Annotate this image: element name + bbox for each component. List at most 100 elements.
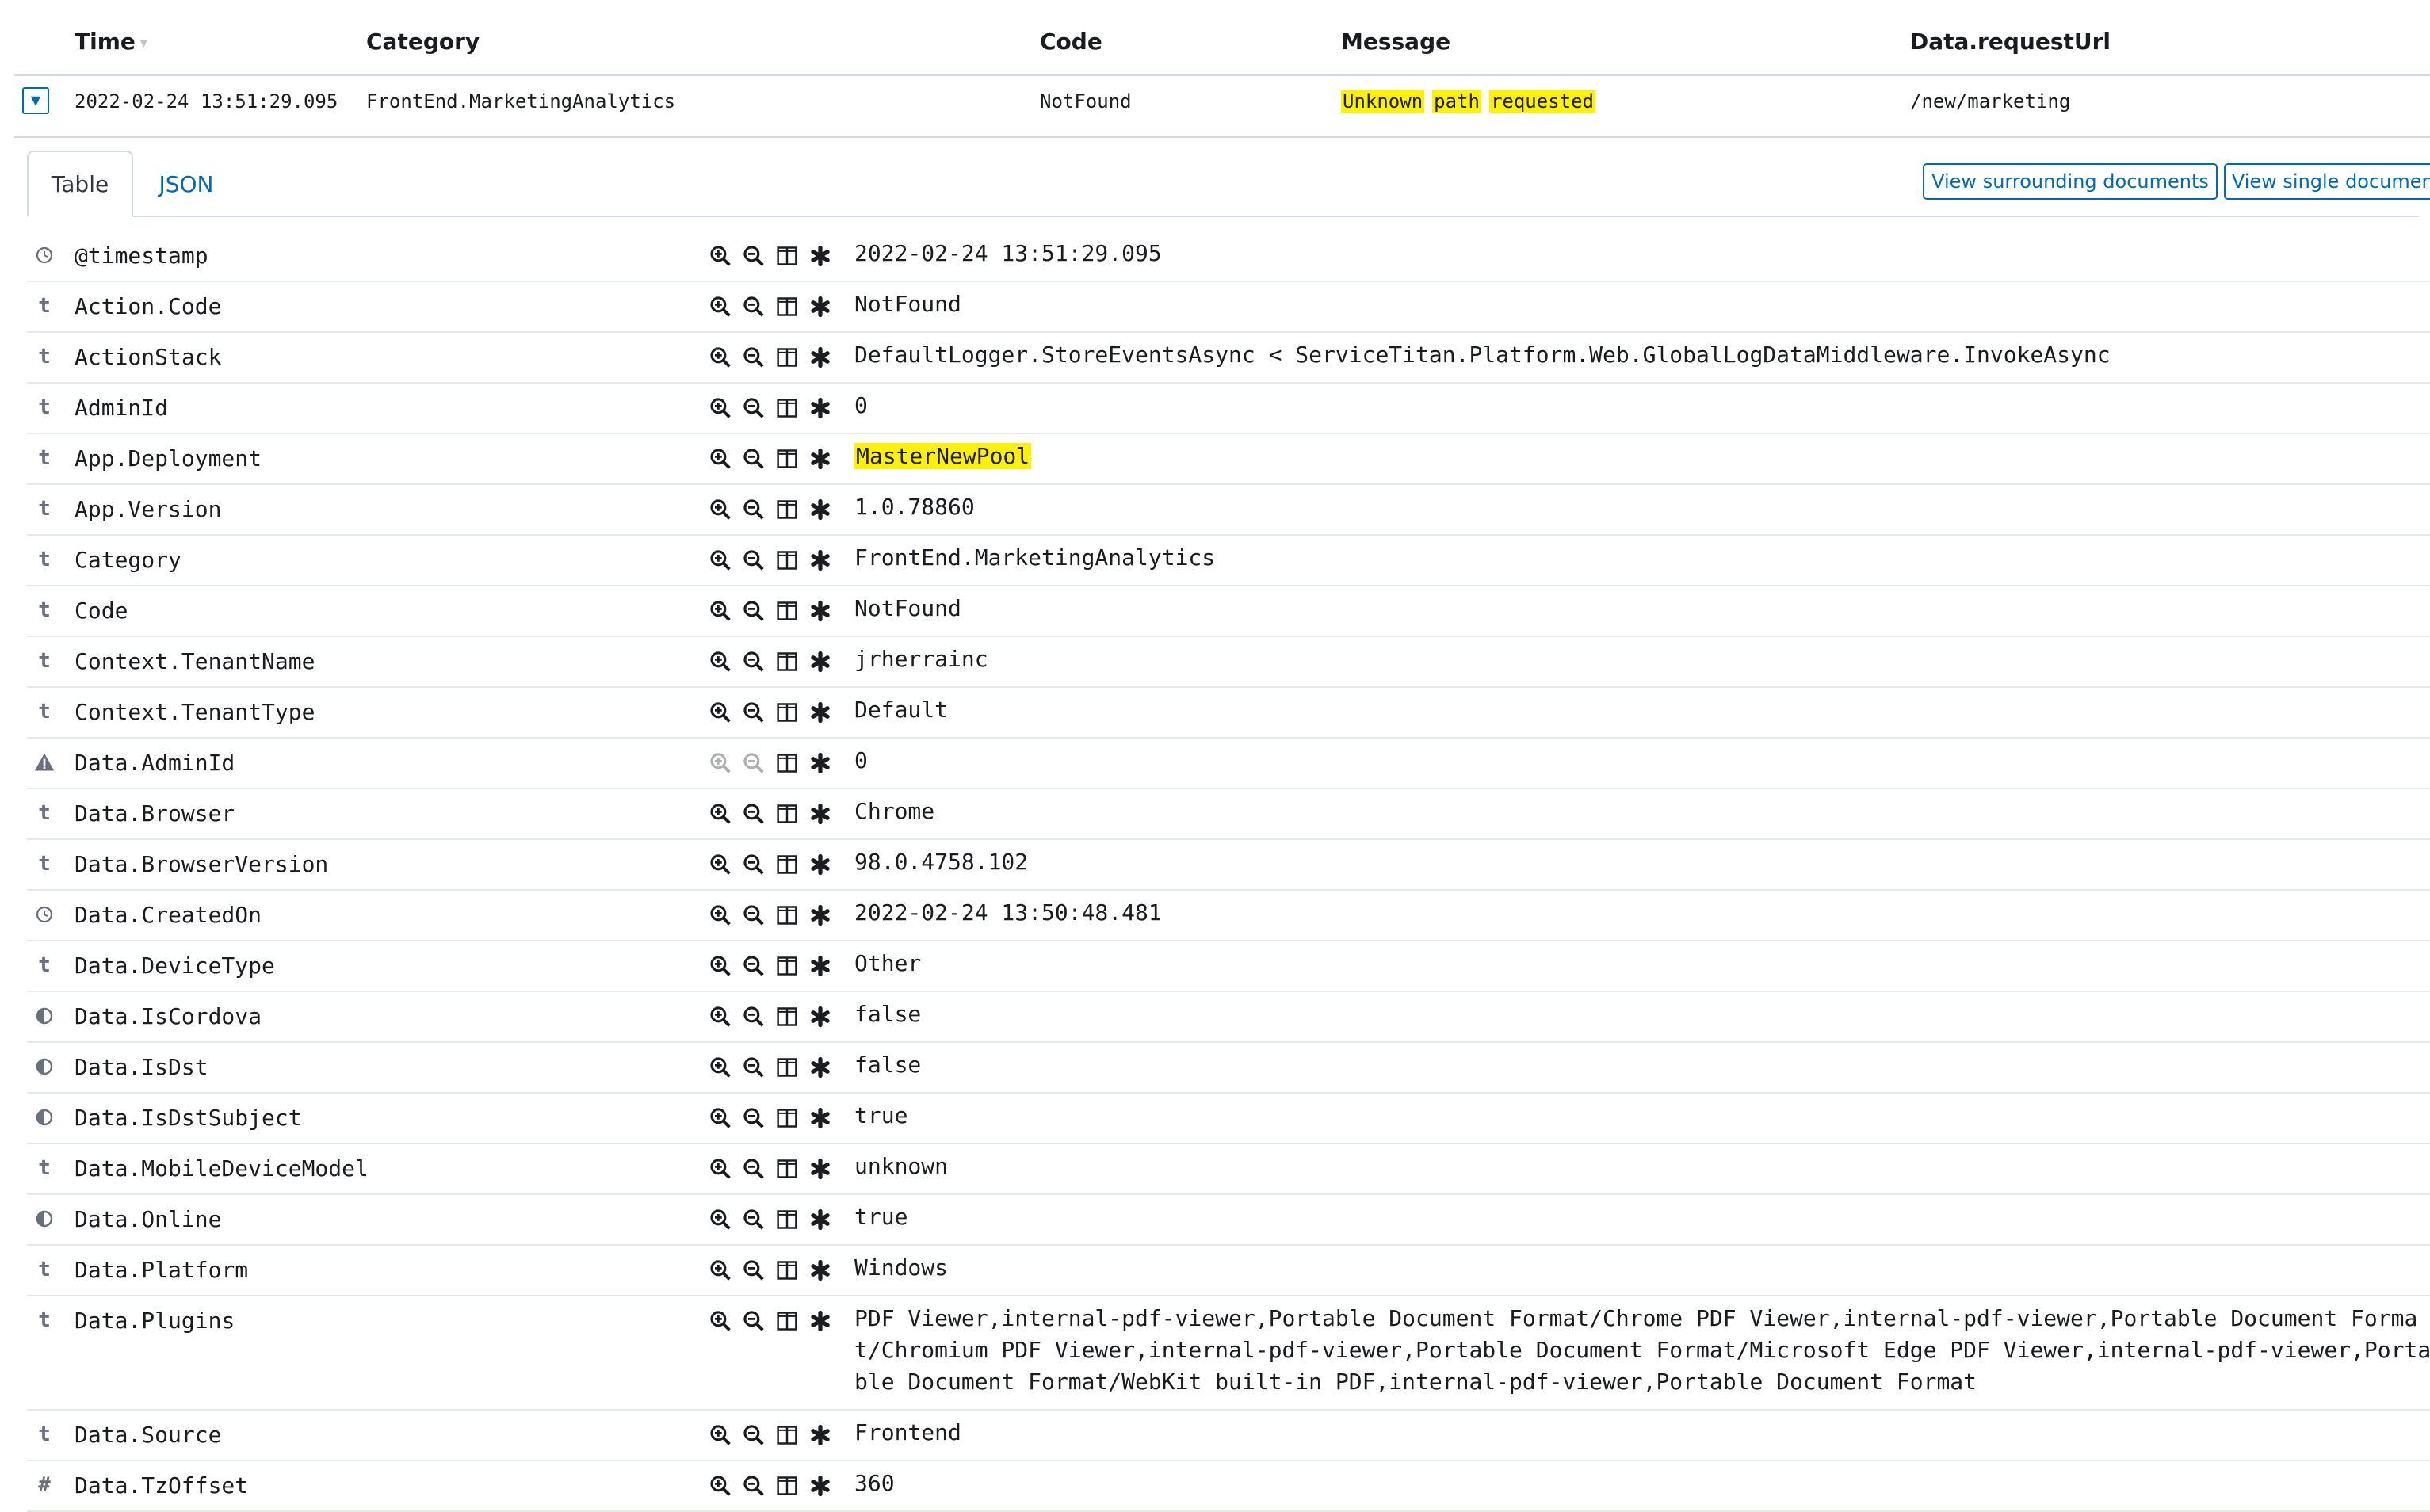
toggle-column-icon[interactable] [775, 1106, 799, 1130]
toggle-column-icon[interactable] [775, 1157, 799, 1181]
filter-exists-icon[interactable] [808, 295, 832, 319]
sort-caret-icon[interactable]: ▾ [140, 35, 147, 52]
column-header-code[interactable]: Code [1040, 29, 1102, 55]
toggle-column-icon[interactable] [775, 447, 799, 471]
filter-out-value-icon[interactable] [742, 244, 766, 268]
toggle-column-icon[interactable] [775, 701, 799, 724]
toggle-column-icon[interactable] [775, 751, 799, 775]
filter-for-value-icon[interactable] [709, 1157, 732, 1181]
filter-for-value-icon[interactable] [709, 1106, 732, 1130]
filter-out-value-icon[interactable] [742, 1258, 766, 1282]
filter-exists-icon[interactable] [808, 498, 832, 521]
filter-out-value-icon[interactable] [742, 1474, 766, 1498]
filter-exists-icon[interactable] [808, 1208, 832, 1231]
filter-out-value-icon[interactable] [742, 447, 766, 471]
toggle-column-icon[interactable] [775, 1474, 799, 1498]
filter-out-value-icon[interactable] [742, 1157, 766, 1181]
filter-for-value-icon[interactable] [709, 954, 732, 978]
filter-for-value-icon[interactable] [709, 650, 732, 674]
filter-for-value-icon[interactable] [709, 1056, 732, 1079]
filter-out-value-icon[interactable] [742, 1005, 766, 1029]
filter-exists-icon[interactable] [808, 599, 832, 623]
filter-exists-icon[interactable] [808, 903, 832, 927]
filter-exists-icon[interactable] [808, 1106, 832, 1130]
filter-for-value-icon[interactable] [709, 1258, 732, 1282]
column-header-time[interactable]: Time ▾ [75, 29, 147, 55]
toggle-column-icon[interactable] [775, 244, 799, 268]
toggle-column-icon[interactable] [775, 396, 799, 420]
filter-out-value-icon[interactable] [742, 1309, 766, 1333]
toggle-column-icon[interactable] [775, 954, 799, 978]
filter-out-value-icon[interactable] [742, 1208, 766, 1231]
filter-out-value-icon[interactable] [742, 954, 766, 978]
filter-for-value-icon[interactable] [709, 903, 732, 927]
view-single-document-button[interactable]: View single document [2224, 163, 2430, 200]
filter-for-value-icon[interactable] [709, 853, 732, 876]
toggle-column-icon[interactable] [775, 1258, 799, 1282]
filter-exists-icon[interactable] [808, 548, 832, 572]
filter-for-value-icon[interactable] [709, 548, 732, 572]
toggle-column-icon[interactable] [775, 1056, 799, 1079]
filter-out-value-icon[interactable] [742, 802, 766, 826]
toggle-column-icon[interactable] [775, 853, 799, 876]
filter-for-value-icon[interactable] [709, 498, 732, 521]
filter-exists-icon[interactable] [808, 1005, 832, 1029]
filter-exists-icon[interactable] [808, 1309, 832, 1333]
toggle-column-icon[interactable] [775, 346, 799, 369]
filter-for-value-icon[interactable] [709, 802, 732, 826]
filter-exists-icon[interactable] [808, 751, 832, 775]
filter-for-value-icon[interactable] [709, 1423, 732, 1447]
filter-exists-icon[interactable] [808, 396, 832, 420]
column-header-message[interactable]: Message [1341, 29, 1450, 55]
filter-exists-icon[interactable] [808, 1157, 832, 1181]
filter-for-value-icon[interactable] [709, 447, 732, 471]
toggle-column-icon[interactable] [775, 1423, 799, 1447]
filter-exists-icon[interactable] [808, 802, 832, 826]
filter-out-value-icon[interactable] [742, 1056, 766, 1079]
filter-exists-icon[interactable] [808, 1258, 832, 1282]
filter-out-value-icon[interactable] [742, 396, 766, 420]
toggle-column-icon[interactable] [775, 498, 799, 521]
filter-exists-icon[interactable] [808, 853, 832, 876]
filter-exists-icon[interactable] [808, 1056, 832, 1079]
filter-out-value-icon[interactable] [742, 650, 766, 674]
filter-out-value-icon[interactable] [742, 853, 766, 876]
filter-exists-icon[interactable] [808, 244, 832, 268]
filter-for-value-icon[interactable] [709, 1474, 732, 1498]
filter-for-value-icon[interactable] [709, 1309, 732, 1333]
filter-out-value-icon[interactable] [742, 1106, 766, 1130]
filter-out-value-icon[interactable] [742, 903, 766, 927]
filter-for-value-icon[interactable] [709, 346, 732, 369]
filter-out-value-icon[interactable] [742, 1423, 766, 1447]
filter-exists-icon[interactable] [808, 701, 832, 724]
filter-for-value-icon[interactable] [709, 396, 732, 420]
toggle-column-icon[interactable] [775, 802, 799, 826]
filter-out-value-icon[interactable] [742, 295, 766, 319]
filter-for-value-icon[interactable] [709, 295, 732, 319]
toggle-column-icon[interactable] [775, 1208, 799, 1231]
filter-exists-icon[interactable] [808, 954, 832, 978]
filter-for-value-icon[interactable] [709, 244, 732, 268]
filter-exists-icon[interactable] [808, 650, 832, 674]
filter-for-value-icon[interactable] [709, 701, 732, 724]
tab-json[interactable]: JSON [143, 151, 230, 217]
column-header-category[interactable]: Category [366, 29, 480, 55]
filter-out-value-icon[interactable] [742, 599, 766, 623]
toggle-column-icon[interactable] [775, 650, 799, 674]
filter-exists-icon[interactable] [808, 447, 832, 471]
view-surrounding-documents-button[interactable]: View surrounding documents [1923, 163, 2218, 200]
filter-out-value-icon[interactable] [742, 498, 766, 521]
filter-exists-icon[interactable] [808, 1474, 832, 1498]
toggle-column-icon[interactable] [775, 1005, 799, 1029]
filter-for-value-icon[interactable] [709, 1208, 732, 1231]
filter-for-value-icon[interactable] [709, 599, 732, 623]
toggle-column-icon[interactable] [775, 295, 799, 319]
filter-exists-icon[interactable] [808, 346, 832, 369]
toggle-column-icon[interactable] [775, 599, 799, 623]
toggle-column-icon[interactable] [775, 903, 799, 927]
tab-table[interactable]: Table [27, 151, 133, 217]
column-header-request-url[interactable]: Data.requestUrl [1910, 29, 2111, 55]
filter-out-value-icon[interactable] [742, 701, 766, 724]
filter-out-value-icon[interactable] [742, 548, 766, 572]
toggle-column-icon[interactable] [775, 548, 799, 572]
